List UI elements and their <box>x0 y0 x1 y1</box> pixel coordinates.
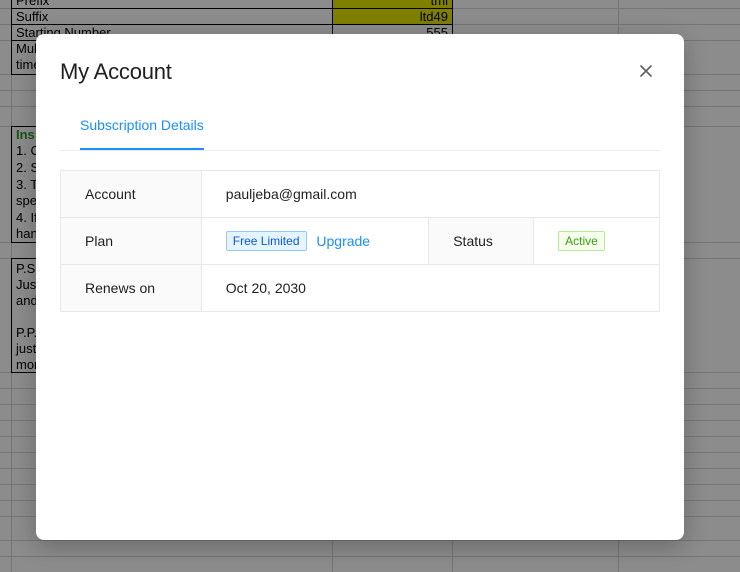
table-row: Renews on Oct 20, 2030 <box>60 264 661 312</box>
plan-value-cell: Free Limited Upgrade <box>200 217 430 265</box>
my-account-modal: My Account Subscription Details Account … <box>36 34 684 540</box>
plan-badge: Free Limited <box>225 231 307 251</box>
tab-subscription-details[interactable]: Subscription Details <box>80 108 204 150</box>
table-row: Account pauljeba@gmail.com <box>60 170 661 218</box>
table-row: Plan Free Limited Upgrade Status Active <box>60 217 660 265</box>
renews-on-value: Oct 20, 2030 <box>200 264 661 312</box>
account-email-value: pauljeba@gmail.com <box>200 170 661 218</box>
subscription-details-table: Account pauljeba@gmail.com Plan Free Lim… <box>60 170 661 312</box>
account-label: Account <box>60 170 202 218</box>
modal-title: My Account <box>60 59 172 84</box>
plan-label: Plan <box>60 217 202 265</box>
status-label: Status <box>428 217 535 265</box>
renews-on-label: Renews on <box>60 264 202 312</box>
tab-bar: Subscription Details <box>60 108 660 151</box>
status-value-cell: Active <box>533 217 660 265</box>
status-badge: Active <box>558 231 605 251</box>
upgrade-link[interactable]: Upgrade <box>316 233 370 249</box>
close-button[interactable] <box>634 59 658 83</box>
close-icon <box>640 65 652 77</box>
